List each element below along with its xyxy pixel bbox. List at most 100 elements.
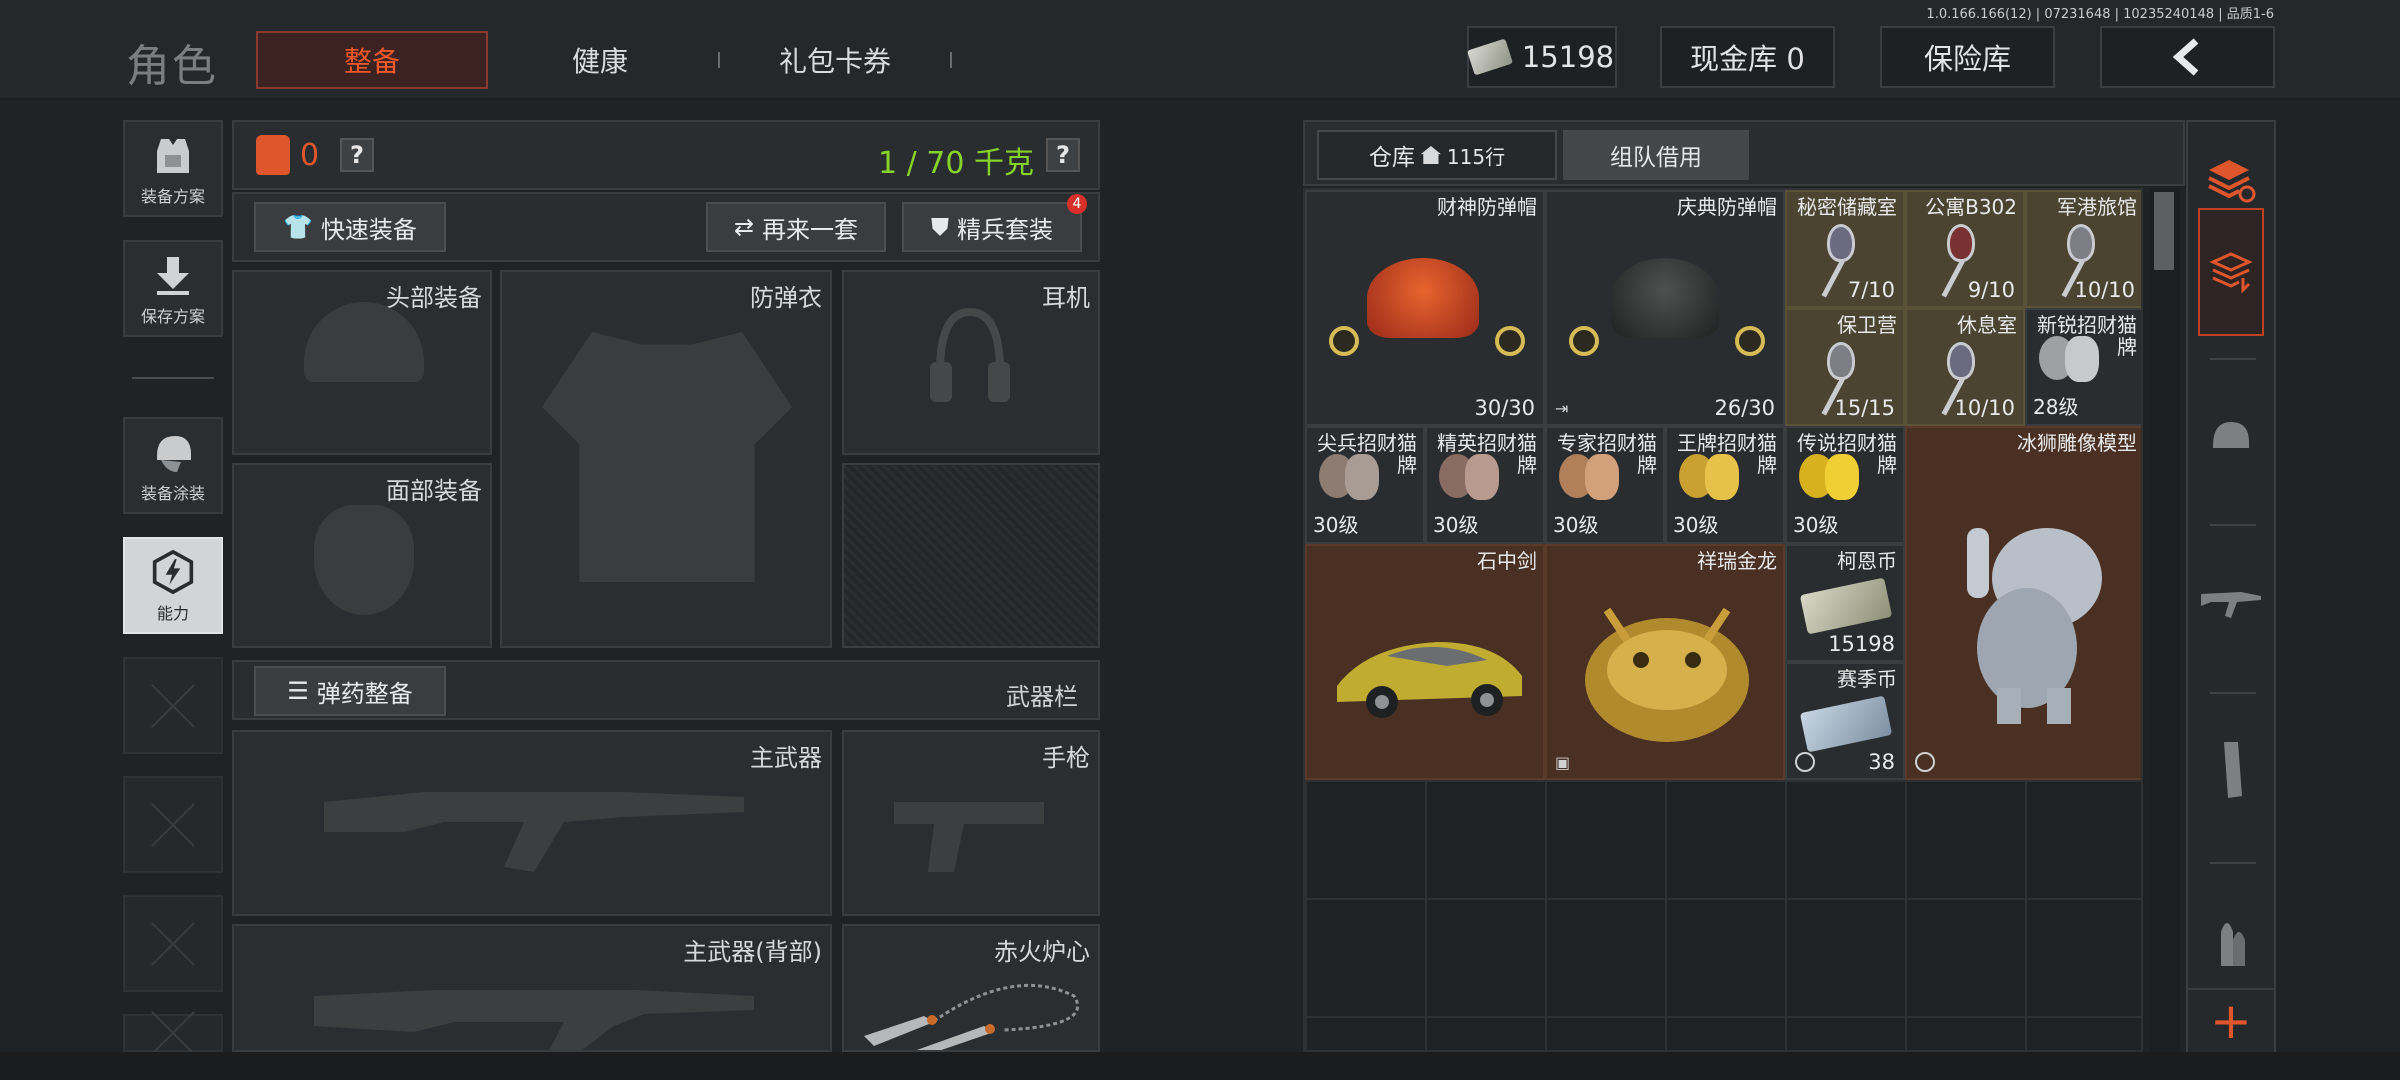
- item-qty: 10/10: [2074, 278, 2135, 302]
- storage-item-key-apartment[interactable]: 公寓B302 9/10: [1905, 190, 2025, 308]
- storage-item-cat-plate-elite[interactable]: 精英招财猫 牌 30级: [1425, 426, 1545, 544]
- page-title: 角色: [126, 41, 218, 92]
- storage-item-key-guard-camp[interactable]: 保卫营 15/15: [1785, 308, 1905, 426]
- slot-primary-weapon[interactable]: 主武器: [232, 730, 832, 916]
- slot-armor[interactable]: 防弹衣: [500, 270, 832, 648]
- storage-item-cat-plate-ace[interactable]: 王牌招财猫 牌 30级: [1665, 426, 1785, 544]
- storage-item-cat-plate-vanguard[interactable]: 尖兵招财猫 牌 30级: [1305, 426, 1425, 544]
- help-button[interactable]: ?: [340, 138, 374, 172]
- season-icon: [1915, 752, 1935, 772]
- rail-helmet-button[interactable]: [2198, 388, 2264, 484]
- storage-item-season-coin[interactable]: 赛季币 38: [1785, 662, 1905, 780]
- item-name: 军港旅馆: [2057, 195, 2137, 219]
- side-ability[interactable]: 能力: [123, 537, 223, 634]
- weight-help-button[interactable]: ?: [1046, 138, 1080, 172]
- slot-label: 防弹衣: [750, 284, 822, 312]
- slot-head[interactable]: 头部装备: [232, 270, 492, 455]
- storage-scrollbar[interactable]: [2150, 188, 2180, 1052]
- slot-label: 面部装备: [386, 477, 482, 505]
- elite-set-button[interactable]: ⛊ 精兵套装 4: [902, 194, 1087, 252]
- storage-item-key-port-hotel[interactable]: 军港旅馆 10/10: [2025, 190, 2141, 308]
- storage-grid: 财神防弹帽 30/30 庆典防弹帽 ⇥ 26/30 秘密储藏室 7/10 公寓B…: [1303, 188, 2143, 1052]
- add-button[interactable]: +: [2186, 988, 2276, 1054]
- item-name: 休息室: [1957, 313, 2017, 337]
- rail-rifle-button[interactable]: [2198, 554, 2264, 650]
- item-name: 赛季币: [1837, 667, 1897, 691]
- exit-icon: ⇥: [1555, 399, 1569, 418]
- slot-face[interactable]: 面部装备: [232, 463, 492, 648]
- slot-primary-weapon-back[interactable]: 主武器(背部): [232, 924, 832, 1052]
- elite-label: 精兵套装: [957, 215, 1053, 244]
- storage-item-celebration-helmet[interactable]: 庆典防弹帽 ⇥ 26/30: [1545, 190, 1785, 426]
- rail-bullets-button[interactable]: [2198, 892, 2264, 988]
- tab-team-borrow[interactable]: 组队借用: [1563, 130, 1749, 180]
- item-name: 祥瑞金龙: [1697, 549, 1777, 573]
- tab-gift-coupons[interactable]: 礼包卡券: [730, 31, 940, 89]
- season-icon: [1795, 752, 1815, 772]
- slot-melee[interactable]: 赤火炉心: [842, 924, 1100, 1052]
- rail-divider: [2210, 692, 2256, 694]
- item-name: 庆典防弹帽: [1677, 195, 1777, 219]
- cash-vault-button[interactable]: 现金库 0: [1660, 26, 1835, 88]
- side-equip-plan[interactable]: 装备方案: [123, 120, 223, 217]
- item-qty: 30/30: [1474, 396, 1535, 420]
- side-equip-paint[interactable]: 装备涂装: [123, 417, 223, 514]
- version-text: 1.0.166.166(12) | 07231648 | 10235240148…: [1926, 7, 2274, 22]
- item-level: 30级: [1313, 513, 1359, 537]
- storage-item-koen-coin[interactable]: 柯恩币 15198: [1785, 544, 1905, 662]
- storage-item-golden-dragon[interactable]: 祥瑞金龙 ▣: [1545, 544, 1785, 780]
- storage-item-cat-plate-rookie[interactable]: 新锐招财猫 牌 28级: [2025, 308, 2141, 426]
- back-button[interactable]: [2100, 26, 2275, 88]
- storage-item-stone-sword[interactable]: 石中剑: [1305, 544, 1545, 780]
- ammo-label: 弹药整备: [316, 679, 413, 708]
- item-level: 28级: [2033, 395, 2079, 419]
- again-button[interactable]: ⇄ 再来一套: [706, 202, 886, 252]
- bottom-strip: [0, 1052, 2400, 1080]
- side-empty-slot: [123, 895, 223, 992]
- plate-icon: [1465, 454, 1499, 500]
- item-qty: 38: [1868, 750, 1895, 774]
- rail-divider: [2210, 862, 2256, 864]
- plate-icon: [1825, 454, 1859, 500]
- storage-item-cat-plate-expert[interactable]: 专家招财猫 牌 30级: [1545, 426, 1665, 544]
- tab-health[interactable]: 健康: [520, 31, 680, 89]
- layers-refresh-icon: [2208, 160, 2256, 203]
- storage-item-ice-lion-statue[interactable]: 冰狮雕像模型: [1905, 426, 2141, 780]
- side-save-plan[interactable]: 保存方案: [123, 240, 223, 337]
- rifle-silhouette-icon: [324, 792, 744, 872]
- side-item-label: 能力: [156, 604, 189, 623]
- plate-icon: [1585, 454, 1619, 500]
- rail-storage-button[interactable]: [2198, 208, 2264, 336]
- item-name: 保卫营: [1837, 313, 1897, 337]
- storage-item-key-lounge[interactable]: 休息室 10/10: [1905, 308, 2025, 426]
- side-empty-slot: [123, 657, 223, 754]
- vest-count: 0: [300, 138, 320, 173]
- slot-locked: [842, 463, 1100, 648]
- tab-separator: [950, 52, 952, 68]
- helmet-silhouette-icon: [304, 302, 424, 382]
- storage-item-key-secret-room[interactable]: 秘密储藏室 7/10: [1785, 190, 1905, 308]
- rail-magazine-button[interactable]: [2198, 722, 2264, 818]
- item-qty: 15/15: [1834, 396, 1895, 420]
- slot-earphone[interactable]: 耳机: [842, 270, 1100, 455]
- refresh-icon: ⇄: [733, 213, 755, 241]
- tab-warehouse[interactable]: 仓库 115行: [1317, 130, 1557, 180]
- house-icon: [1420, 146, 1441, 164]
- storage-scrollbar-thumb[interactable]: [2154, 192, 2174, 270]
- side-item-label: 装备涂装: [140, 484, 205, 503]
- slot-pistol[interactable]: 手枪: [842, 730, 1100, 916]
- dagger-chain-icon: [864, 983, 1080, 1050]
- storage-item-cat-plate-legend[interactable]: 传说招财猫 牌 30级: [1785, 426, 1905, 544]
- rifle-back-silhouette-icon: [314, 990, 754, 1050]
- rifle-icon: [2201, 592, 2261, 618]
- box-icon: ▣: [1555, 753, 1571, 772]
- quick-equip-button[interactable]: 👕 快速装备: [254, 202, 446, 252]
- storage-active-icon: [2209, 252, 2253, 294]
- coin-ring-icon: [1569, 326, 1599, 356]
- coin-ring-icon: [1495, 326, 1525, 356]
- tab-equip[interactable]: 整备: [256, 31, 488, 89]
- ammo-prep-button[interactable]: ☰ 弹药整备: [254, 666, 446, 716]
- insurance-vault-button[interactable]: 保险库: [1880, 26, 2055, 88]
- key-icon: [1947, 224, 1975, 262]
- storage-item-caishen-helmet[interactable]: 财神防弹帽 30/30: [1305, 190, 1545, 426]
